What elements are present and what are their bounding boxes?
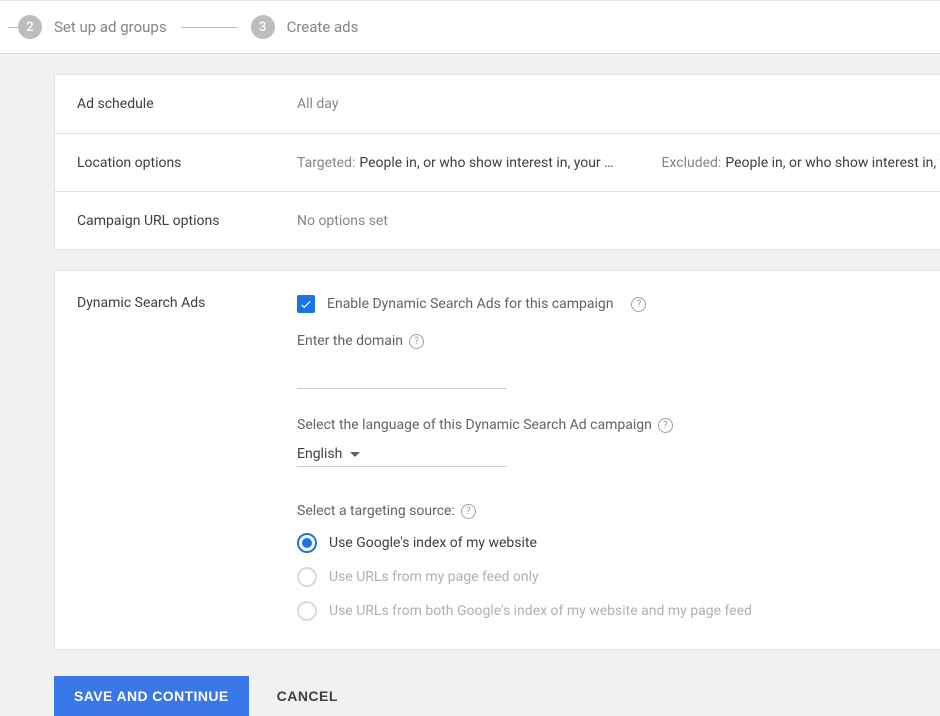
chevron-down-icon [350,452,360,457]
settings-card: Ad schedule All day Location options Tar… [54,74,940,250]
excluded-value: People in, or who show interest in, your… [725,155,940,171]
step-badge: 3 [251,15,275,39]
radio-label: Use URLs from both Google's index of my … [329,603,752,619]
step-label: Create ads [287,18,359,36]
domain-input[interactable] [297,359,507,389]
step-connector [181,27,237,28]
radio-icon [297,601,317,621]
radio-label: Use URLs from my page feed only [329,569,539,585]
checkbox-checked-icon [297,295,315,313]
language-value: English [297,446,342,462]
targeting-option-both[interactable]: Use URLs from both Google's index of my … [297,601,940,621]
enable-dsa-label: Enable Dynamic Search Ads for this campa… [327,296,613,312]
action-bar: SAVE AND CONTINUE CANCEL [54,676,940,716]
language-field-label: Select the language of this Dynamic Sear… [297,417,940,433]
language-select[interactable]: English [297,441,507,467]
help-icon[interactable]: ? [461,504,476,519]
step-badge: 2 [18,15,42,39]
step-label: Set up ad groups [54,18,167,36]
help-icon[interactable]: ? [631,297,646,312]
dsa-section-label: Dynamic Search Ads [55,271,297,621]
enable-dsa-checkbox[interactable]: Enable Dynamic Search Ads for this campa… [297,295,940,313]
radio-label: Use Google's index of my website [329,535,537,551]
dynamic-search-ads-card: Dynamic Search Ads Enable Dynamic Search… [54,270,940,650]
row-value: All day [297,96,940,112]
row-url-options[interactable]: Campaign URL options No options set [55,191,940,249]
row-value: Targeted: People in, or who show interes… [297,155,940,171]
radio-icon [297,567,317,587]
targeting-option-google-index[interactable]: Use Google's index of my website [297,533,940,553]
targeted-prefix: Targeted: [297,155,355,171]
stepper-header: 2 Set up ad groups 3 Create ads [0,0,940,54]
row-location-options[interactable]: Location options Targeted: People in, or… [55,133,940,191]
row-ad-schedule[interactable]: Ad schedule All day [55,75,940,133]
targeting-option-page-feed[interactable]: Use URLs from my page feed only [297,567,940,587]
radio-icon [297,533,317,553]
save-and-continue-button[interactable]: SAVE AND CONTINUE [54,676,249,716]
targeting-radio-group: Use Google's index of my website Use URL… [297,533,940,621]
help-icon[interactable]: ? [658,418,673,433]
cancel-button[interactable]: CANCEL [277,688,338,704]
targeting-source-label: Select a targeting source: ? [297,503,940,519]
help-icon[interactable]: ? [409,334,424,349]
row-label: Campaign URL options [77,213,297,229]
domain-field-label: Enter the domain ? [297,333,940,349]
row-value: No options set [297,213,940,229]
step-3[interactable]: 3 Create ads [251,15,359,39]
row-label: Location options [77,155,297,171]
row-label: Ad schedule [77,96,297,112]
excluded-prefix: Excluded: [662,155,722,171]
targeted-value: People in, or who show interest in, your… [359,155,613,171]
step-connector [8,27,18,28]
step-2[interactable]: 2 Set up ad groups [18,15,167,39]
